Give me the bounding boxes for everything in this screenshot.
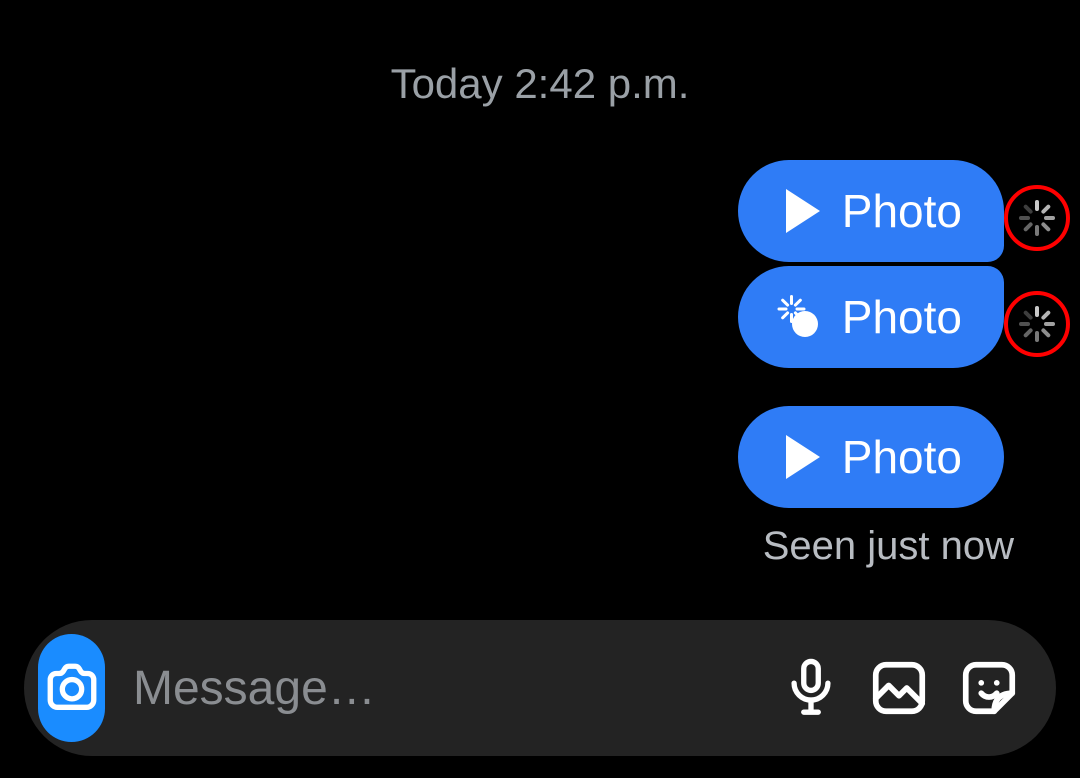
message-label: Photo [842,430,962,484]
sticker-button[interactable] [958,656,1020,720]
message-label: Photo [842,290,962,344]
message-input[interactable] [133,661,754,716]
pending-indicator [1004,291,1070,357]
disappearing-photo-icon [780,297,820,337]
photo-message-bubble[interactable]: Photo [738,406,1004,508]
play-icon [786,435,820,479]
chat-screen: Today 2:42 p.m. Photo Photo [0,0,1080,778]
seen-status: Seen just now [763,524,1014,569]
camera-icon [43,659,101,717]
loading-spinner-icon [1017,198,1057,238]
voice-message-button[interactable] [782,656,840,720]
message-list: Photo Photo [738,160,1072,569]
message-label: Photo [842,184,962,238]
message-row: Photo [738,266,1072,372]
play-icon [786,189,820,233]
chat-timestamp: Today 2:42 p.m. [0,60,1080,108]
message-composer [24,620,1056,756]
message-row: Photo [738,406,1072,512]
loading-spinner-icon [1017,304,1057,344]
camera-button[interactable] [38,634,105,742]
disappearing-photo-message-bubble[interactable]: Photo [738,266,1004,368]
gallery-button[interactable] [868,656,930,720]
photo-message-bubble[interactable]: Photo [738,160,1004,262]
gallery-icon [868,657,930,719]
pending-indicator [1004,185,1070,251]
sticker-icon [958,657,1020,719]
microphone-icon [782,656,840,720]
message-row: Photo [738,160,1072,266]
